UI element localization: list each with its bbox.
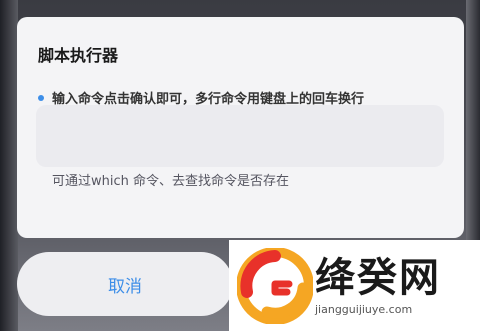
watermark: 绛癸网 jiangguijiuye.com [229, 240, 480, 331]
command-input[interactable] [36, 105, 444, 167]
bullet-dot-icon [38, 94, 44, 101]
tip-text: 可通过which 命令、去查找命令是否存在 [52, 174, 290, 189]
cancel-button[interactable]: 取消 [17, 252, 233, 316]
watermark-url: jiangguijiuye.com [315, 303, 413, 316]
dialog-title: 脚本执行器 [38, 46, 119, 65]
watermark-title: 绛癸网 [315, 255, 441, 301]
watermark-logo-icon [237, 247, 313, 324]
watermark-text: 绛癸网 jiangguijiuye.com [315, 255, 441, 316]
script-executor-dialog: 脚本执行器 输入命令点击确认即可，多行命令用键盘上的回车换行 可通过which … [17, 17, 464, 238]
backdrop-left [0, 0, 18, 331]
